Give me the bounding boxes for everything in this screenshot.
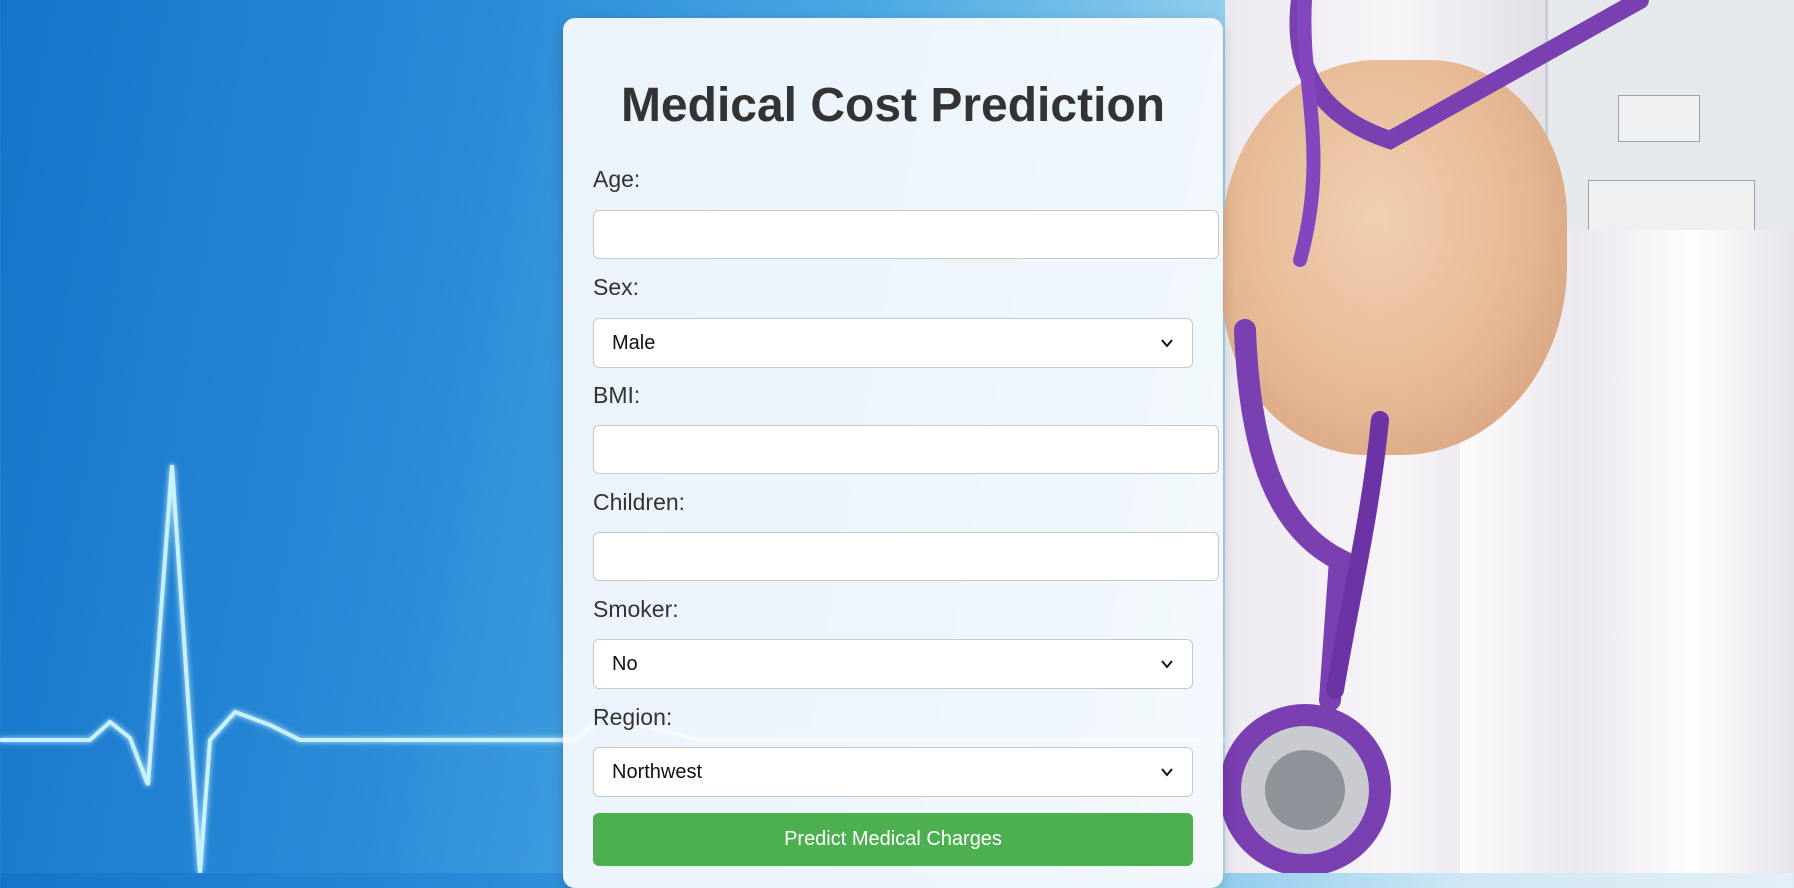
- region-label: Region:: [593, 704, 673, 730]
- sex-select-value: Male: [612, 331, 656, 354]
- smoker-select-value: No: [612, 652, 638, 675]
- region-select-value: Northwest: [612, 760, 703, 783]
- children-label: Children:: [593, 489, 686, 515]
- age-label: Age:: [593, 166, 641, 192]
- sex-select[interactable]: Male: [593, 318, 1193, 368]
- smoker-label: Smoker:: [593, 596, 679, 622]
- sex-label: Sex:: [593, 274, 640, 300]
- age-input[interactable]: [593, 210, 1219, 259]
- region-select[interactable]: Northwest: [593, 747, 1193, 797]
- bmi-label: BMI:: [593, 382, 641, 408]
- children-input[interactable]: [593, 532, 1219, 581]
- predict-button[interactable]: Predict Medical Charges: [593, 813, 1193, 866]
- smoker-select[interactable]: No: [593, 639, 1193, 689]
- chevron-down-icon: [1161, 768, 1173, 777]
- chevron-down-icon: [1161, 660, 1173, 669]
- chevron-down-icon: [1161, 339, 1173, 348]
- prediction-form-card: Medical Cost Prediction Age: Sex: Male B…: [563, 18, 1223, 888]
- page-title: Medical Cost Prediction: [620, 79, 1166, 132]
- bmi-input[interactable]: [593, 425, 1219, 474]
